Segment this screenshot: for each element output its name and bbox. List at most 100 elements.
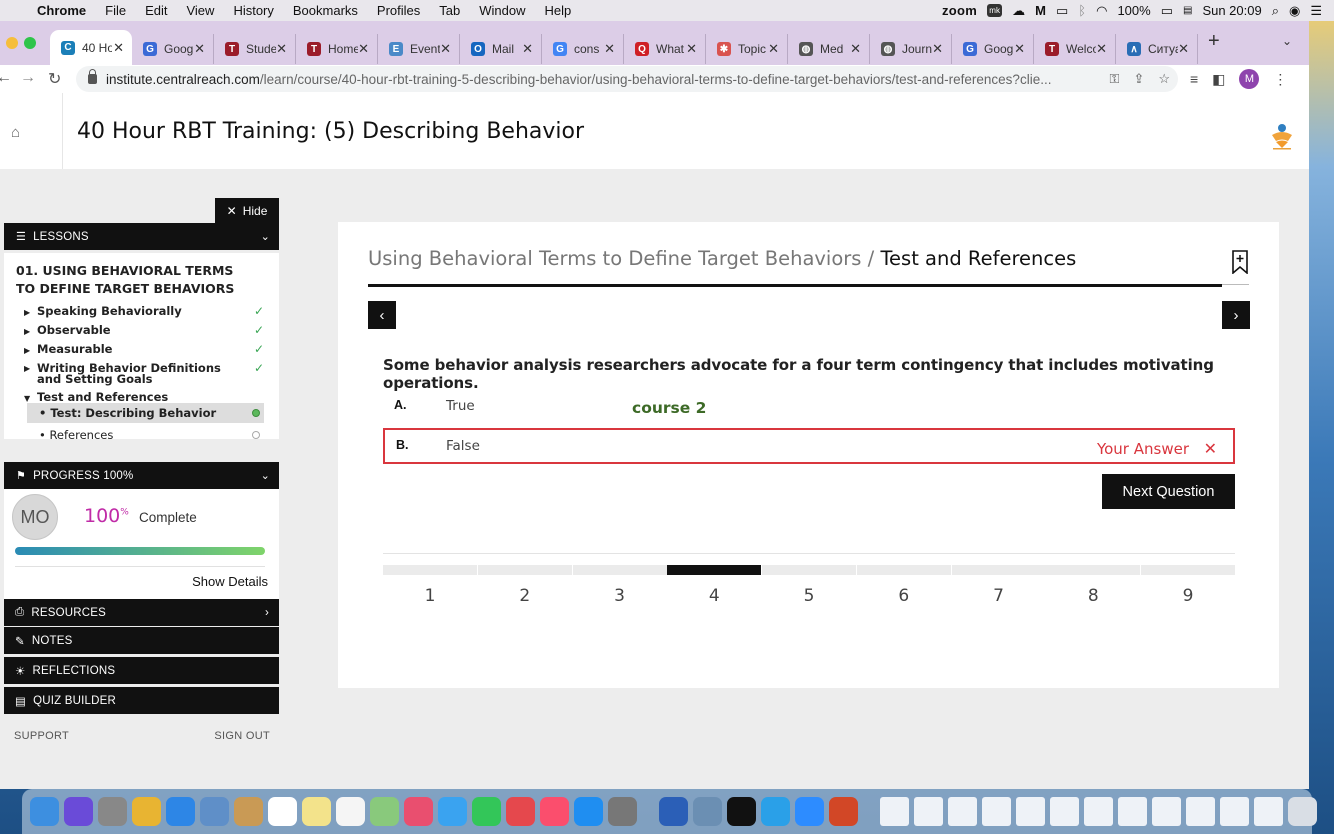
- calendar-icon[interactable]: [268, 797, 297, 826]
- browser-tab[interactable]: T Welcome✕: [1034, 34, 1116, 64]
- browser-tab[interactable]: ◍ Journal✕: [870, 34, 952, 64]
- support-link[interactable]: SUPPORT: [14, 730, 69, 742]
- word-icon[interactable]: [659, 797, 688, 826]
- share-icon[interactable]: ⇪: [1133, 71, 1144, 87]
- tab-close-icon[interactable]: ✕: [194, 41, 205, 57]
- malwarebytes-icon[interactable]: M: [1035, 3, 1046, 18]
- document-thumbnail-icon[interactable]: [1050, 797, 1079, 826]
- address-bar[interactable]: institute.centralreach.com/learn/course/…: [76, 66, 1178, 92]
- question-nav-item[interactable]: 8: [1046, 565, 1141, 606]
- tab-close-icon[interactable]: ✕: [113, 40, 124, 56]
- back-arrow-icon[interactable]: ←: [0, 69, 12, 87]
- document-thumbnail-icon[interactable]: [914, 797, 943, 826]
- question-nav-item[interactable]: 1: [383, 565, 477, 606]
- browser-tab[interactable]: T Home ✕: [296, 34, 378, 64]
- reading-list-icon[interactable]: ≡: [1190, 71, 1198, 87]
- finder-icon[interactable]: [30, 797, 59, 826]
- document-thumbnail-icon[interactable]: [1186, 797, 1215, 826]
- preview-icon[interactable]: [200, 797, 229, 826]
- show-details-link[interactable]: Show Details: [192, 574, 268, 589]
- bookmark-add-icon[interactable]: [1232, 250, 1248, 274]
- powerpoint-icon[interactable]: [829, 797, 858, 826]
- tab-close-icon[interactable]: ✕: [276, 41, 287, 57]
- tab-close-icon[interactable]: ✕: [522, 41, 533, 57]
- chrome-icon[interactable]: [132, 797, 161, 826]
- profile-avatar[interactable]: M: [1239, 69, 1260, 89]
- wifi-icon[interactable]: ◠: [1096, 3, 1107, 19]
- next-page-button[interactable]: ›: [1222, 301, 1250, 329]
- launchpad-icon[interactable]: [98, 797, 127, 826]
- menu-view[interactable]: View: [186, 3, 214, 18]
- lesson-measurable[interactable]: ▶ Measurable ✓: [24, 343, 264, 356]
- question-nav-item[interactable]: 4: [667, 565, 762, 606]
- tab-search-chevron-icon[interactable]: ⌄: [1282, 34, 1292, 48]
- contacts-icon[interactable]: [234, 797, 263, 826]
- resources-button[interactable]: ⎙ RESOURCES ›: [4, 599, 279, 626]
- document-thumbnail-icon[interactable]: [1254, 797, 1283, 826]
- question-nav-item[interactable]: 7: [951, 565, 1046, 606]
- browser-tab[interactable]: ✱ Topic ✕: [706, 34, 788, 64]
- question-nav-item[interactable]: 2: [477, 565, 572, 606]
- lessons-header[interactable]: ☰ LESSONS ⌄: [4, 223, 279, 250]
- minimize-window-button[interactable]: [6, 37, 18, 49]
- mk-app-icon[interactable]: [761, 797, 790, 826]
- creative-cloud-icon[interactable]: ☁: [1012, 3, 1025, 19]
- battery-icon[interactable]: ▭: [1161, 3, 1173, 19]
- tab-close-icon[interactable]: ✕: [768, 41, 779, 57]
- side-panel-icon[interactable]: ◧: [1212, 71, 1225, 88]
- system-preferences-icon[interactable]: [608, 797, 637, 826]
- question-nav-item[interactable]: 6: [856, 565, 951, 606]
- browser-tab[interactable]: Q What ✕: [624, 34, 706, 64]
- tab-close-icon[interactable]: ✕: [1178, 41, 1189, 57]
- mk-status-icon[interactable]: mk: [987, 4, 1003, 17]
- subitem-test-describing-behavior[interactable]: • Test: Describing Behavior: [27, 403, 264, 423]
- document-thumbnail-icon[interactable]: [1016, 797, 1045, 826]
- browser-tab[interactable]: T Student✕: [214, 34, 296, 64]
- tab-close-icon[interactable]: ✕: [358, 41, 369, 57]
- notes-button[interactable]: ✎ NOTES: [4, 627, 279, 654]
- document-thumbnail-icon[interactable]: [1118, 797, 1147, 826]
- document-thumbnail-icon[interactable]: [880, 797, 909, 826]
- menu-bookmarks[interactable]: Bookmarks: [293, 3, 358, 18]
- notes-icon[interactable]: [302, 797, 331, 826]
- key-icon[interactable]: ⚿: [1110, 71, 1120, 87]
- messages-icon[interactable]: [438, 797, 467, 826]
- answer-option-a[interactable]: A. True: [383, 388, 1235, 424]
- lesson-speaking-behaviorally[interactable]: ▶ Speaking Behaviorally ✓: [24, 305, 264, 318]
- question-nav-item[interactable]: 9: [1141, 565, 1235, 606]
- next-question-button[interactable]: Next Question: [1102, 474, 1235, 509]
- zoom-app-icon[interactable]: [795, 797, 824, 826]
- browser-tab[interactable]: G Google✕: [952, 34, 1034, 64]
- document-thumbnail-icon[interactable]: [948, 797, 977, 826]
- battery-percent[interactable]: 100%: [1117, 3, 1150, 18]
- progress-header[interactable]: ⚑ PROGRESS 100% ⌄: [4, 462, 279, 489]
- answer-option-b[interactable]: B. False Your Answer ✕: [383, 428, 1235, 464]
- reminders-icon[interactable]: [336, 797, 365, 826]
- previous-page-button[interactable]: ‹: [368, 301, 396, 329]
- safari-icon[interactable]: [166, 797, 195, 826]
- breadcrumb-parent[interactable]: Using Behavioral Terms to Define Target …: [368, 247, 861, 270]
- network-icon[interactable]: [693, 797, 722, 826]
- tab-close-icon[interactable]: ✕: [932, 41, 943, 57]
- airplay-icon[interactable]: ▭: [1056, 3, 1068, 19]
- document-thumbnail-icon[interactable]: [1152, 797, 1181, 826]
- trash-icon[interactable]: [1288, 797, 1317, 826]
- new-tab-icon[interactable]: +: [1208, 30, 1220, 53]
- menu-help[interactable]: Help: [545, 3, 572, 18]
- sign-out-link[interactable]: SIGN OUT: [214, 730, 270, 742]
- document-thumbnail-icon[interactable]: [1084, 797, 1113, 826]
- siri-icon[interactable]: [64, 797, 93, 826]
- menu-profiles[interactable]: Profiles: [377, 3, 420, 18]
- input-flag-icon[interactable]: ▤: [1183, 5, 1192, 16]
- browser-tab[interactable]: O Mail ✕: [460, 34, 542, 64]
- bookmark-star-icon[interactable]: ☆: [1158, 71, 1170, 87]
- menu-history[interactable]: History: [233, 3, 273, 18]
- menu-file[interactable]: File: [105, 3, 126, 18]
- subitem-references[interactable]: • References: [27, 425, 264, 445]
- quiz-builder-button[interactable]: ▤ QUIZ BUILDER: [4, 687, 279, 714]
- maps-icon[interactable]: [370, 797, 399, 826]
- facetime-icon[interactable]: [472, 797, 501, 826]
- spotlight-search-icon[interactable]: ⌕: [1272, 3, 1279, 19]
- clock[interactable]: Sun 20:09: [1202, 3, 1261, 18]
- menu-window[interactable]: Window: [479, 3, 525, 18]
